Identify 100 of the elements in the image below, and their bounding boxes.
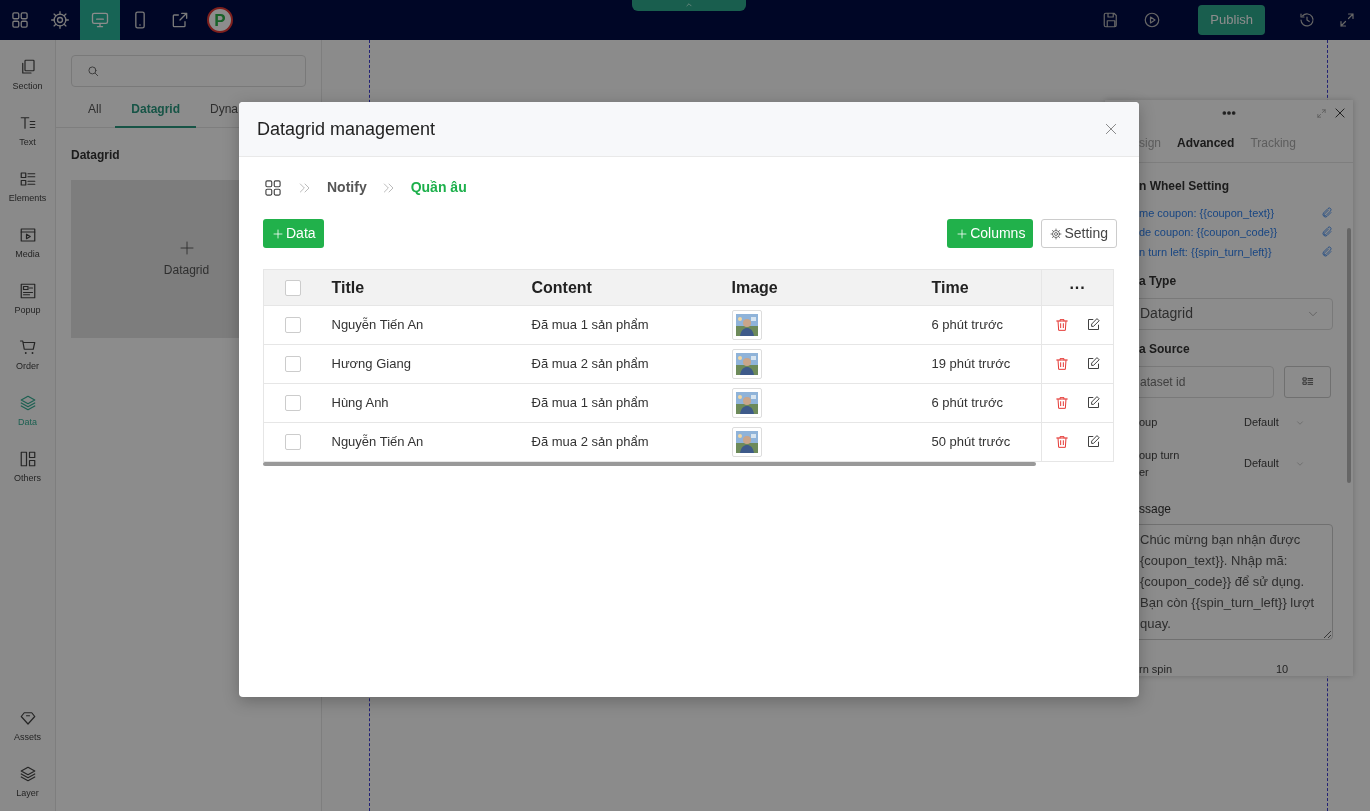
window-icon xyxy=(18,282,37,301)
sidebar-item[interactable]: Data xyxy=(0,384,56,440)
modal-title: Datagrid management xyxy=(257,117,436,141)
monitor-icon xyxy=(90,10,110,30)
close-button[interactable] xyxy=(1103,121,1119,137)
sidebar-item[interactable]: Text xyxy=(0,104,56,160)
paperclip-icon xyxy=(1321,226,1333,239)
field-label: oup xyxy=(1139,415,1159,430)
column-header: ··· xyxy=(1041,269,1114,306)
close-button[interactable] xyxy=(1333,106,1347,120)
checkbox[interactable] xyxy=(285,279,301,296)
close-icon xyxy=(1103,121,1119,137)
paperclip-icon xyxy=(1321,206,1333,219)
video-icon xyxy=(18,226,37,245)
table-cell: Đã mua 2 sản phẩm xyxy=(515,422,716,462)
trash-icon xyxy=(1054,317,1070,333)
column-header: Time xyxy=(915,269,1042,306)
table-cell: Đã mua 1 sản phẩm xyxy=(515,305,716,345)
sidebar-item[interactable]: Popup xyxy=(0,272,56,328)
field-label: rn spin xyxy=(1139,661,1174,677)
plus-icon xyxy=(272,227,284,240)
trash-icon xyxy=(1054,356,1070,372)
field-label: ssage xyxy=(1139,500,1173,518)
sidebar-item[interactable]: Section xyxy=(0,48,56,104)
grid-icon xyxy=(18,450,37,469)
edit-button[interactable] xyxy=(1086,317,1101,333)
spin-value: 10 xyxy=(1276,661,1289,677)
field-label: a Source xyxy=(1139,340,1191,358)
setting-button[interactable]: Setting xyxy=(1041,219,1117,248)
sidebar-item[interactable]: Media xyxy=(0,216,56,272)
sidebar-item[interactable]: Layer xyxy=(0,755,56,811)
tab[interactable]: All xyxy=(74,100,116,128)
logo: P xyxy=(207,7,233,33)
delete-button[interactable] xyxy=(1054,395,1070,411)
trash-icon xyxy=(1054,434,1070,450)
list-icon xyxy=(18,170,37,189)
checkbox[interactable] xyxy=(285,356,301,372)
close-icon xyxy=(1333,106,1347,120)
table-cell: 19 phút trước xyxy=(915,344,1042,384)
expand-icon xyxy=(1316,107,1327,119)
cart-icon xyxy=(18,338,37,357)
edit-icon xyxy=(1086,317,1101,332)
settings-icon xyxy=(50,10,70,30)
sidebar-item[interactable]: Order xyxy=(0,328,56,384)
publish-button[interactable]: Publish xyxy=(1198,5,1265,35)
trash-icon xyxy=(1054,395,1070,411)
layers-icon xyxy=(18,394,37,413)
edit-icon xyxy=(1086,434,1101,449)
checkbox[interactable] xyxy=(285,395,301,411)
checkbox[interactable] xyxy=(285,317,301,333)
grid-icon xyxy=(263,177,283,198)
sidebar-item[interactable]: Others xyxy=(0,440,56,496)
table-cell: 6 phút trước xyxy=(915,383,1042,423)
sidebar-item[interactable]: Assets xyxy=(0,699,56,755)
tab[interactable]: Dyna xyxy=(196,100,253,128)
default-select[interactable]: Default xyxy=(1244,455,1305,472)
plus-icon xyxy=(956,227,969,240)
column-header: Title xyxy=(315,269,516,306)
add-data-button[interactable]: Data xyxy=(263,219,324,248)
add-columns-button[interactable]: Columns xyxy=(947,219,1034,248)
edit-icon xyxy=(1086,356,1101,371)
list-button[interactable] xyxy=(1284,365,1331,398)
table-cell: Nguyễn Tiến An xyxy=(315,422,516,462)
variable-link[interactable]: me coupon: {{coupon_text}} xyxy=(1139,204,1275,221)
column-header: Image xyxy=(715,269,916,306)
layers-icon xyxy=(18,765,37,784)
default-select[interactable]: Default xyxy=(1244,414,1305,431)
edit-icon xyxy=(1086,395,1101,410)
checkbox[interactable] xyxy=(285,434,301,450)
edit-button[interactable] xyxy=(1086,434,1101,450)
breadcrumb-link[interactable]: Quần âu xyxy=(410,177,467,198)
variable-link[interactable]: n turn left: {{spin_turn_left}} xyxy=(1139,243,1272,260)
tab[interactable]: Advanced xyxy=(1177,134,1235,152)
delete-button[interactable] xyxy=(1054,317,1070,333)
variable-link[interactable]: de coupon: {{coupon_code}} xyxy=(1139,224,1278,241)
search-icon xyxy=(86,64,100,78)
breadcrumb-link[interactable]: Notify xyxy=(327,177,367,198)
delete-button[interactable] xyxy=(1054,434,1070,450)
edit-button[interactable] xyxy=(1086,356,1101,372)
expand-icon xyxy=(1338,11,1356,29)
column-header: Content xyxy=(515,269,716,306)
home-button[interactable] xyxy=(263,177,283,198)
play-icon xyxy=(1143,11,1162,29)
monitor-button[interactable] xyxy=(80,0,120,40)
settings-icon xyxy=(1050,227,1063,240)
field-label: oup turn er xyxy=(1139,447,1181,480)
scrollbar[interactable] xyxy=(263,462,1036,466)
section-heading: Datagrid xyxy=(71,147,121,164)
history-icon xyxy=(1298,11,1316,29)
delete-button[interactable] xyxy=(1054,356,1070,372)
table-cell: Đã mua 1 sản phẩm xyxy=(515,383,716,423)
apps-icon xyxy=(10,10,30,30)
search-field[interactable] xyxy=(71,55,306,87)
scrollbar[interactable] xyxy=(1347,228,1351,483)
table-cell: Hùng Anh xyxy=(315,383,516,423)
table-cell: Nguyễn Tiến An xyxy=(315,305,516,345)
table-cell: Hương Giang xyxy=(315,344,516,384)
tab[interactable]: Datagrid xyxy=(115,100,197,128)
edit-button[interactable] xyxy=(1086,395,1101,411)
sidebar-item[interactable]: Elements xyxy=(0,160,56,216)
